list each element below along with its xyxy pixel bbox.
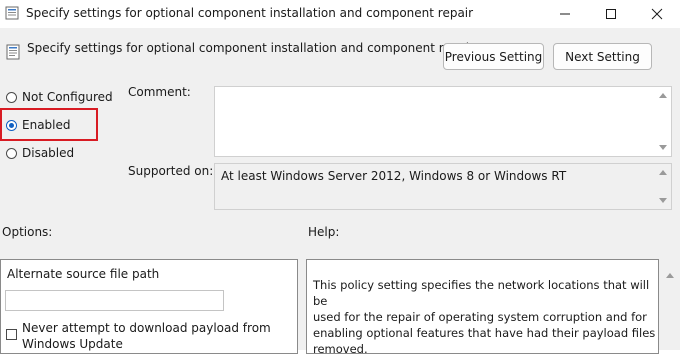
radio-circle[interactable]: [6, 147, 17, 159]
alternate-source-input[interactable]: [5, 290, 224, 311]
radio-disabled[interactable]: Disabled: [6, 146, 74, 160]
close-button[interactable]: [634, 0, 680, 28]
close-icon: [651, 8, 663, 20]
help-text: This policy setting specifies the networ…: [313, 277, 658, 357]
help-line: This policy setting specifies the networ…: [313, 278, 650, 308]
window-title: Specify settings for optional component …: [26, 6, 474, 20]
minimize-button[interactable]: [542, 0, 588, 28]
options-label: Options:: [2, 225, 53, 239]
supported-scrollbar[interactable]: [655, 164, 671, 209]
help-line: used for the repair of operating system …: [313, 310, 647, 324]
policy-icon: [5, 6, 19, 20]
supported-on-value: At least Windows Server 2012, Windows 8 …: [221, 169, 567, 183]
scroll-up-icon[interactable]: [659, 170, 667, 175]
alternate-source-label: Alternate source file path: [7, 267, 160, 281]
never-download-label-line1: Never attempt to download payload from: [22, 321, 271, 335]
help-panel: This policy setting specifies the networ…: [306, 259, 659, 357]
policy-icon: [6, 44, 20, 60]
radio-not-configured[interactable]: Not Configured: [6, 90, 113, 104]
help-line: enabling optional features that have had…: [313, 326, 656, 340]
maximize-button[interactable]: [588, 0, 634, 28]
scroll-up-icon[interactable]: [666, 273, 674, 278]
never-download-label-line2: Windows Update: [22, 337, 123, 351]
help-line: removed.: [313, 342, 368, 356]
comment-label: Comment:: [128, 85, 191, 99]
help-scrollbar[interactable]: [662, 259, 678, 350]
highlight-box: [0, 108, 98, 141]
scroll-down-icon[interactable]: [659, 198, 667, 203]
previous-setting-button[interactable]: Previous Setting: [443, 43, 544, 70]
comment-field[interactable]: [214, 86, 672, 157]
title-bar: Specify settings for optional component …: [0, 0, 680, 28]
scroll-down-icon[interactable]: [659, 145, 667, 150]
help-label: Help:: [308, 225, 340, 239]
setting-name: Specify settings for optional component …: [27, 41, 475, 55]
maximize-icon: [606, 9, 616, 19]
scroll-up-icon[interactable]: [659, 93, 667, 98]
minimize-icon: [560, 13, 570, 15]
supported-on-label: Supported on:: [128, 164, 214, 178]
supported-on-field: At least Windows Server 2012, Windows 8 …: [214, 163, 672, 210]
radio-label: Disabled: [22, 146, 75, 160]
next-setting-button[interactable]: Next Setting: [553, 43, 652, 70]
options-panel: Alternate source file path Never attempt…: [0, 259, 298, 354]
radio-circle[interactable]: [6, 91, 17, 103]
radio-label: Not Configured: [22, 90, 113, 104]
comment-scrollbar[interactable]: [655, 87, 671, 156]
never-download-checkbox[interactable]: [6, 329, 17, 340]
